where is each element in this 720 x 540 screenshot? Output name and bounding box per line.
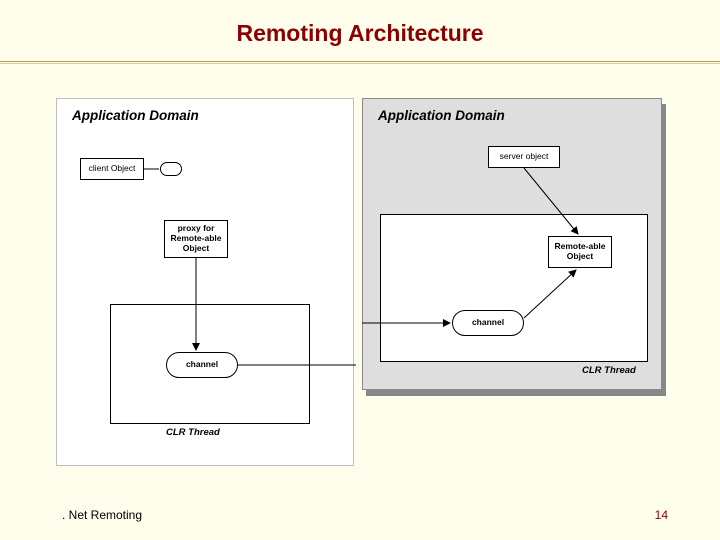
left-app-domain-header: Application Domain [72, 108, 199, 123]
right-channel-label: channel [472, 318, 504, 328]
client-object-label: client Object [89, 164, 136, 174]
left-channel-ellipse: channel [166, 352, 238, 378]
diagram-area: Application Domain Application Domain cl… [56, 98, 660, 472]
client-object-box: client Object [80, 158, 144, 180]
proxy-box: proxy for Remote-able Object [164, 220, 228, 258]
right-clr-thread-label: CLR Thread [582, 366, 636, 377]
remoteable-object-label: Remote-able Object [554, 242, 605, 262]
page-number: 14 [655, 508, 668, 522]
left-channel-label: channel [186, 360, 218, 370]
interface-ellipse-icon [160, 162, 182, 176]
right-app-domain-header: Application Domain [378, 108, 505, 123]
remoteable-object-box: Remote-able Object [548, 236, 612, 268]
slide-title: Remoting Architecture [0, 0, 720, 61]
title-rule [0, 61, 720, 64]
proxy-label: proxy for Remote-able Object [170, 224, 221, 253]
server-object-label: server object [500, 152, 549, 162]
left-clr-thread-label: CLR Thread [166, 428, 220, 439]
footer-text: . Net Remoting [62, 508, 142, 522]
server-object-box: server object [488, 146, 560, 168]
right-channel-ellipse: channel [452, 310, 524, 336]
